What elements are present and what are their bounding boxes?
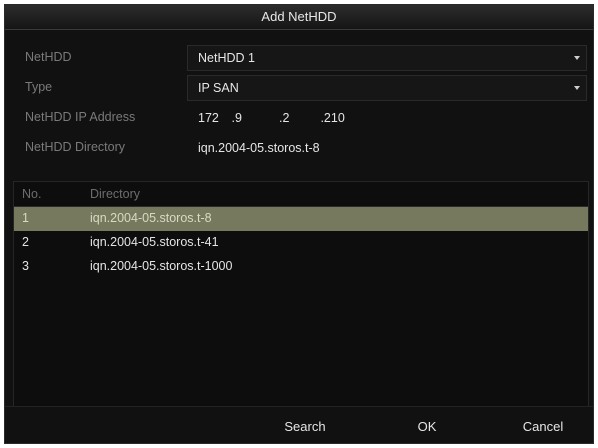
cancel-button[interactable]: Cancel: [501, 413, 585, 439]
nethdd-select[interactable]: NetHDD 1: [187, 45, 587, 71]
dialog-title: Add NetHDD: [5, 5, 593, 30]
nethdd-form: NetHDD NetHDD 1 Type IP SAN NetHDD IP Ad…: [17, 45, 587, 165]
add-nethdd-dialog: Add NetHDD NetHDD NetHDD 1 Type IP SAN N…: [4, 4, 594, 444]
row-no: 3: [22, 259, 29, 273]
nethdd-value: NetHDD 1: [198, 51, 255, 65]
header-directory: Directory: [90, 187, 141, 201]
directory-row: NetHDD Directory iqn.2004-05.storos.t-8: [17, 135, 587, 161]
ip-octet-3[interactable]: .2: [279, 106, 317, 130]
list-item[interactable]: 2 iqn.2004-05.storos.t-41: [14, 231, 588, 255]
header-no: No.: [22, 187, 42, 201]
ok-button[interactable]: OK: [385, 413, 469, 439]
nethdd-row: NetHDD NetHDD 1: [17, 45, 587, 71]
row-directory: iqn.2004-05.storos.t-8: [90, 211, 212, 225]
chevron-down-icon: [574, 86, 580, 90]
ip-octet-1[interactable]: 172: [198, 106, 228, 130]
ip-octet-4[interactable]: .210: [320, 106, 364, 130]
chevron-down-icon: [574, 56, 580, 60]
list-header: No. Directory: [14, 182, 588, 207]
search-button[interactable]: Search: [263, 413, 347, 439]
type-label: Type: [25, 80, 53, 94]
ip-address-label: NetHDD IP Address: [25, 110, 136, 124]
dialog-footer: Search OK Cancel: [5, 406, 593, 443]
ip-address-field[interactable]: 172 .9 .2 .210: [187, 105, 587, 131]
row-no: 2: [22, 235, 29, 249]
ip-octet-2[interactable]: .9: [231, 106, 275, 130]
row-directory: iqn.2004-05.storos.t-1000: [90, 259, 233, 273]
type-select[interactable]: IP SAN: [187, 75, 587, 101]
list-item[interactable]: 1 iqn.2004-05.storos.t-8: [14, 207, 588, 231]
directory-field[interactable]: iqn.2004-05.storos.t-8: [187, 135, 587, 161]
directory-list: No. Directory 1 iqn.2004-05.storos.t-8 2…: [13, 181, 589, 407]
row-directory: iqn.2004-05.storos.t-41: [90, 235, 219, 249]
directory-value: iqn.2004-05.storos.t-8: [198, 141, 320, 155]
nethdd-label: NetHDD: [25, 50, 72, 64]
type-row: Type IP SAN: [17, 75, 587, 101]
list-item[interactable]: 3 iqn.2004-05.storos.t-1000: [14, 255, 588, 279]
row-no: 1: [22, 211, 29, 225]
directory-label: NetHDD Directory: [25, 140, 126, 154]
ip-address-row: NetHDD IP Address 172 .9 .2 .210: [17, 105, 587, 131]
type-value: IP SAN: [198, 81, 239, 95]
